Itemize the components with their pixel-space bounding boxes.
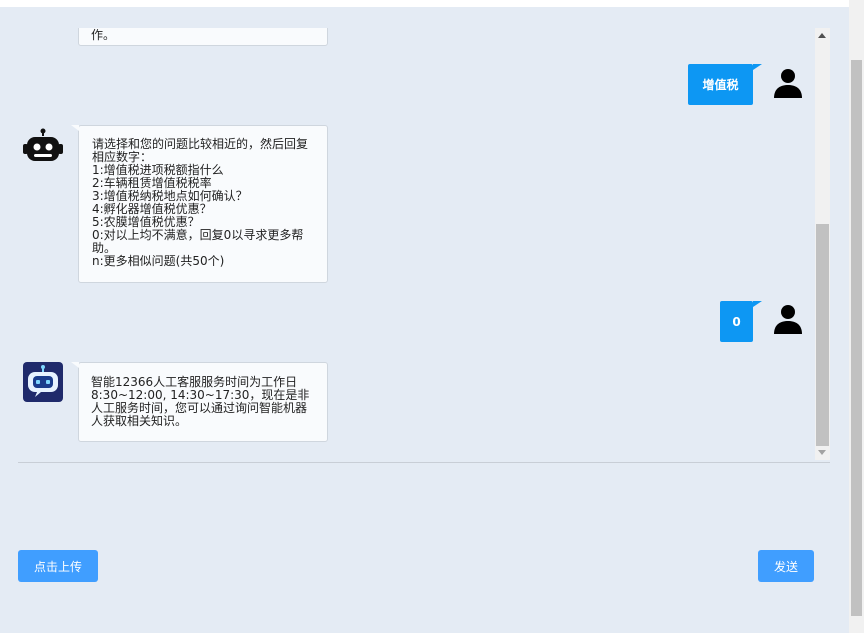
menu-option-more[interactable]: n:更多相似问题(共50个) bbox=[92, 255, 315, 268]
upload-button[interactable]: 点击上传 bbox=[18, 550, 98, 582]
user-avatar-icon bbox=[768, 64, 808, 104]
user-message-text: 0 bbox=[732, 314, 741, 329]
scroll-down-arrow-icon[interactable] bbox=[818, 450, 826, 455]
bot-service-message: 智能12366人工客服服务时间为工作日8:30~12:00, 14:30~17:… bbox=[71, 362, 328, 442]
bot-avatar-icon bbox=[23, 126, 63, 166]
user-message-text: 增值税 bbox=[702, 78, 739, 92]
user-message: 增值税 bbox=[688, 64, 762, 105]
bot-message-partial: 作。 bbox=[78, 28, 328, 46]
page-scrollbar-thumb[interactable] bbox=[851, 60, 862, 616]
menu-line: 请选择和您的问题比较相近的，然后回复相应数字： bbox=[92, 137, 309, 164]
top-edge bbox=[0, 0, 849, 7]
bot-message-text: 智能12366人工客服服务时间为工作日8:30~12:00, 14:30~17:… bbox=[91, 375, 310, 428]
bot-message-text: 作。 bbox=[91, 28, 116, 42]
scrollbar-thumb[interactable] bbox=[816, 224, 829, 446]
divider bbox=[18, 462, 830, 463]
bot-menu-message: 请选择和您的问题比较相近的，然后回复相应数字： 1:增值税进项税额指什么 2:车… bbox=[71, 125, 328, 283]
user-avatar-icon bbox=[768, 300, 808, 340]
menu-option-0[interactable]: 0:对以上均不满意，回复0以寻求更多帮助。 bbox=[92, 229, 315, 255]
scroll-up-arrow-icon[interactable] bbox=[818, 33, 826, 38]
user-message: 0 bbox=[720, 301, 762, 342]
page-scrollbar[interactable] bbox=[849, 0, 864, 633]
message-list: 作。 增值税 请选择和您的问题比较相近的，然后回复相应数字： 1:增值税进项税额… bbox=[18, 28, 815, 460]
service-bot-avatar-icon bbox=[23, 362, 63, 402]
message-list-scrollbar[interactable] bbox=[815, 28, 830, 460]
send-button[interactable]: 发送 bbox=[758, 550, 814, 582]
